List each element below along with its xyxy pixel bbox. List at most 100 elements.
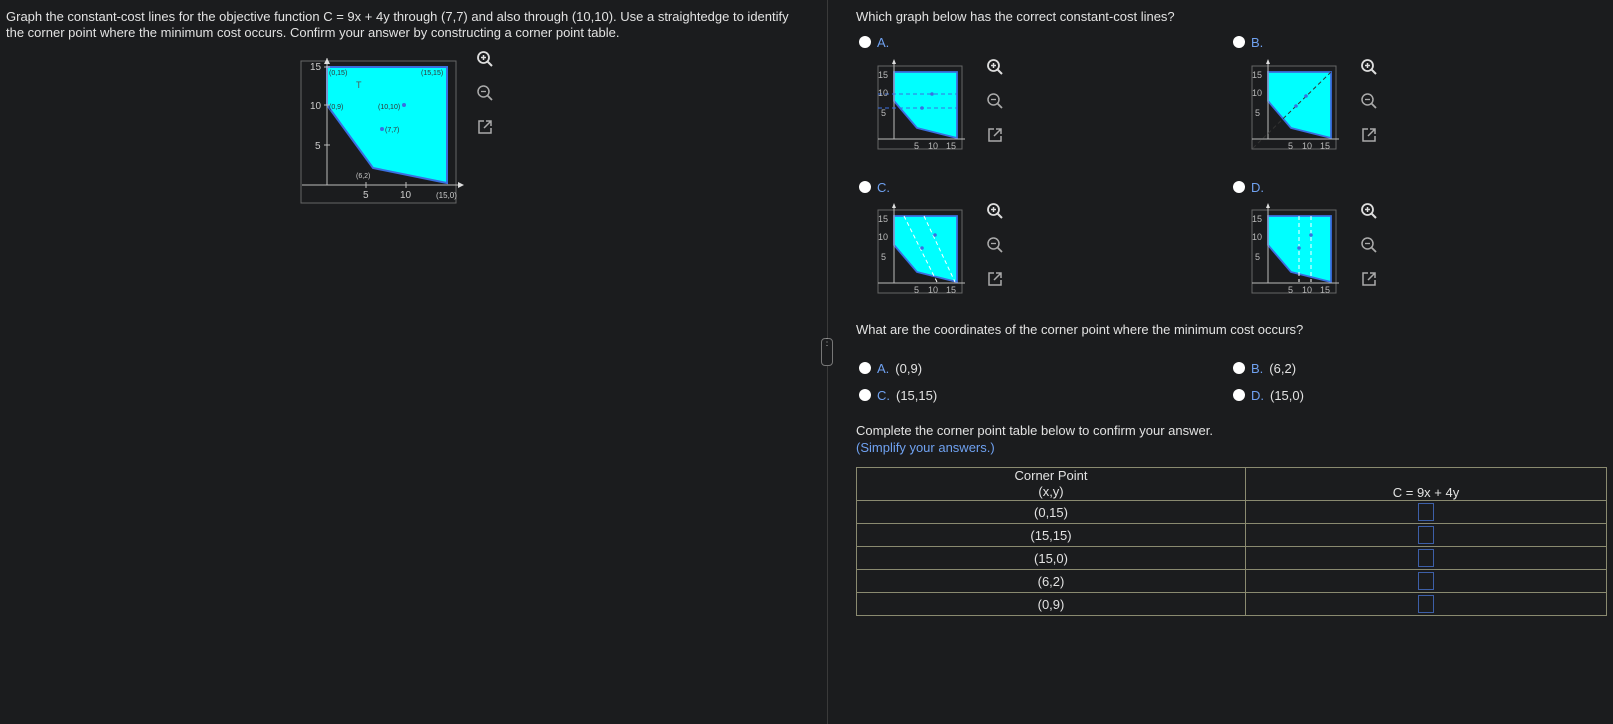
x-axis-arrow [458, 182, 464, 188]
radio-button[interactable] [859, 362, 871, 374]
x-tick-label: 15 [946, 285, 956, 294]
option-letter: D. [1251, 180, 1264, 195]
table-header-row: Corner Point (x,y) C = 9x + 4y [856, 467, 1607, 501]
table-row: (15,0) [856, 546, 1607, 570]
q2-option-c[interactable]: C. (15,15) [859, 388, 937, 403]
q2-option-a[interactable]: A. (0,9) [859, 361, 922, 376]
point [930, 92, 934, 96]
zoom-in-icon[interactable] [986, 58, 1004, 76]
y-tick-label: 15 [878, 70, 888, 80]
feasible-region [326, 66, 448, 185]
zoom-in-icon[interactable] [476, 50, 494, 68]
table-row: (0,15) [856, 500, 1607, 524]
point-label: (0,15) [329, 70, 347, 77]
answer-input[interactable] [1418, 503, 1434, 521]
table-row: (0,9) [856, 592, 1607, 616]
problem-line-1: Graph the constant-cost lines for the ob… [6, 9, 789, 24]
table-row: (6,2) [856, 569, 1607, 593]
y-tick-label: 15 [1252, 214, 1262, 224]
popout-icon[interactable] [1360, 270, 1378, 288]
corner-point-cell: (0,15) [856, 500, 1246, 524]
radio-button[interactable] [859, 389, 871, 401]
option-value: (0,9) [895, 361, 923, 376]
radio-button[interactable] [1233, 36, 1245, 48]
answer-input[interactable] [1418, 526, 1434, 544]
point-10-10 [402, 103, 406, 107]
q1-graph-b: 15 10 5 5 10 15 [1251, 58, 1341, 153]
option-value: (15,15) [896, 388, 938, 403]
pane-resize-handle[interactable]: ⋮ [821, 338, 833, 366]
corner-point-table: Corner Point (x,y) C = 9x + 4y (0,15) (1… [856, 467, 1607, 616]
y-tick-label: 10 [1252, 232, 1262, 242]
mini-graph-c: 15 10 5 5 10 15 [877, 203, 965, 295]
x-tick-label: 5 [914, 285, 919, 294]
point-label: (15,0) [436, 191, 457, 200]
point-label: (7,7) [385, 127, 399, 134]
table-instruction: Complete the corner point table below to… [856, 423, 1213, 438]
option-letter: D. [1251, 388, 1264, 403]
point [1297, 246, 1301, 250]
y-tick-label: 5 [1255, 252, 1260, 262]
q1-option-b[interactable]: B. [1233, 35, 1263, 50]
radio-button[interactable] [859, 181, 871, 193]
radio-button[interactable] [1233, 181, 1245, 193]
q1-option-a[interactable]: A. [859, 35, 889, 50]
radio-button[interactable] [859, 36, 871, 48]
zoom-in-icon[interactable] [1360, 58, 1378, 76]
x-tick-label: 15 [1320, 141, 1330, 150]
popout-icon[interactable] [476, 118, 494, 136]
answer-input[interactable] [1418, 595, 1434, 613]
q2-option-d[interactable]: D. (15,0) [1233, 388, 1304, 403]
feasible-region [893, 71, 958, 140]
q1-option-c[interactable]: C. [859, 180, 890, 195]
point [920, 246, 924, 250]
zoom-out-icon[interactable] [476, 84, 494, 102]
q1-option-d[interactable]: D. [1233, 180, 1264, 195]
answer-cell [1245, 500, 1607, 524]
simplify-hint: (Simplify your answers.) [856, 440, 995, 455]
radio-button[interactable] [1233, 389, 1245, 401]
y-tick-label: 5 [1255, 108, 1260, 118]
corner-point-cell: (15,15) [856, 523, 1246, 547]
popout-icon[interactable] [986, 126, 1004, 144]
radio-button[interactable] [1233, 362, 1245, 374]
popout-icon[interactable] [986, 270, 1004, 288]
q2-option-b[interactable]: B. (6,2) [1233, 361, 1296, 376]
y-tick-label: 15 [310, 62, 322, 73]
zoom-out-icon[interactable] [1360, 236, 1378, 254]
x-tick-label: 5 [363, 190, 369, 201]
y-tick-label: 5 [881, 108, 886, 118]
zoom-out-icon[interactable] [1360, 92, 1378, 110]
point [933, 233, 937, 237]
header-line: (x,y) [1038, 484, 1064, 499]
popout-icon[interactable] [1360, 126, 1378, 144]
answer-input[interactable] [1418, 549, 1434, 567]
y-tick-label: 5 [315, 141, 321, 152]
y-tick-label: 15 [878, 214, 888, 224]
corner-point-cell: (6,2) [856, 569, 1246, 593]
zoom-out-icon[interactable] [986, 236, 1004, 254]
q1-graph-c: 15 10 5 5 10 15 [877, 202, 967, 297]
y-axis-arrow [892, 203, 896, 208]
answer-cell [1245, 569, 1607, 593]
x-tick-label: 15 [946, 141, 956, 150]
q2-question: What are the coordinates of the corner p… [856, 322, 1304, 337]
x-tick-label: 5 [1288, 141, 1293, 150]
problem-line-2: the corner point where the minimum cost … [6, 25, 620, 40]
zoom-in-icon[interactable] [1360, 202, 1378, 220]
y-tick-label: 5 [881, 252, 886, 262]
t-label: T [356, 80, 362, 90]
zoom-in-icon[interactable] [986, 202, 1004, 220]
header-line: Corner Point [1014, 468, 1088, 483]
x-tick-label: 10 [1302, 285, 1312, 294]
y-tick-label: 10 [878, 232, 888, 242]
main-graph: 15 10 5 5 10 (0,15) (15,15) (0,9) (10,10… [300, 58, 480, 208]
q1-graph-d: 15 10 5 5 10 15 [1251, 202, 1341, 297]
x-tick-label: 10 [928, 141, 938, 150]
answer-cell [1245, 592, 1607, 616]
answer-input[interactable] [1418, 572, 1434, 590]
main-graph-svg: 15 10 5 5 10 (0,15) (15,15) (0,9) (10,10… [300, 58, 464, 204]
mini-graph-b: 15 10 5 5 10 15 [1251, 59, 1339, 151]
header-cost: C = 9x + 4y [1245, 467, 1607, 501]
zoom-out-icon[interactable] [986, 92, 1004, 110]
